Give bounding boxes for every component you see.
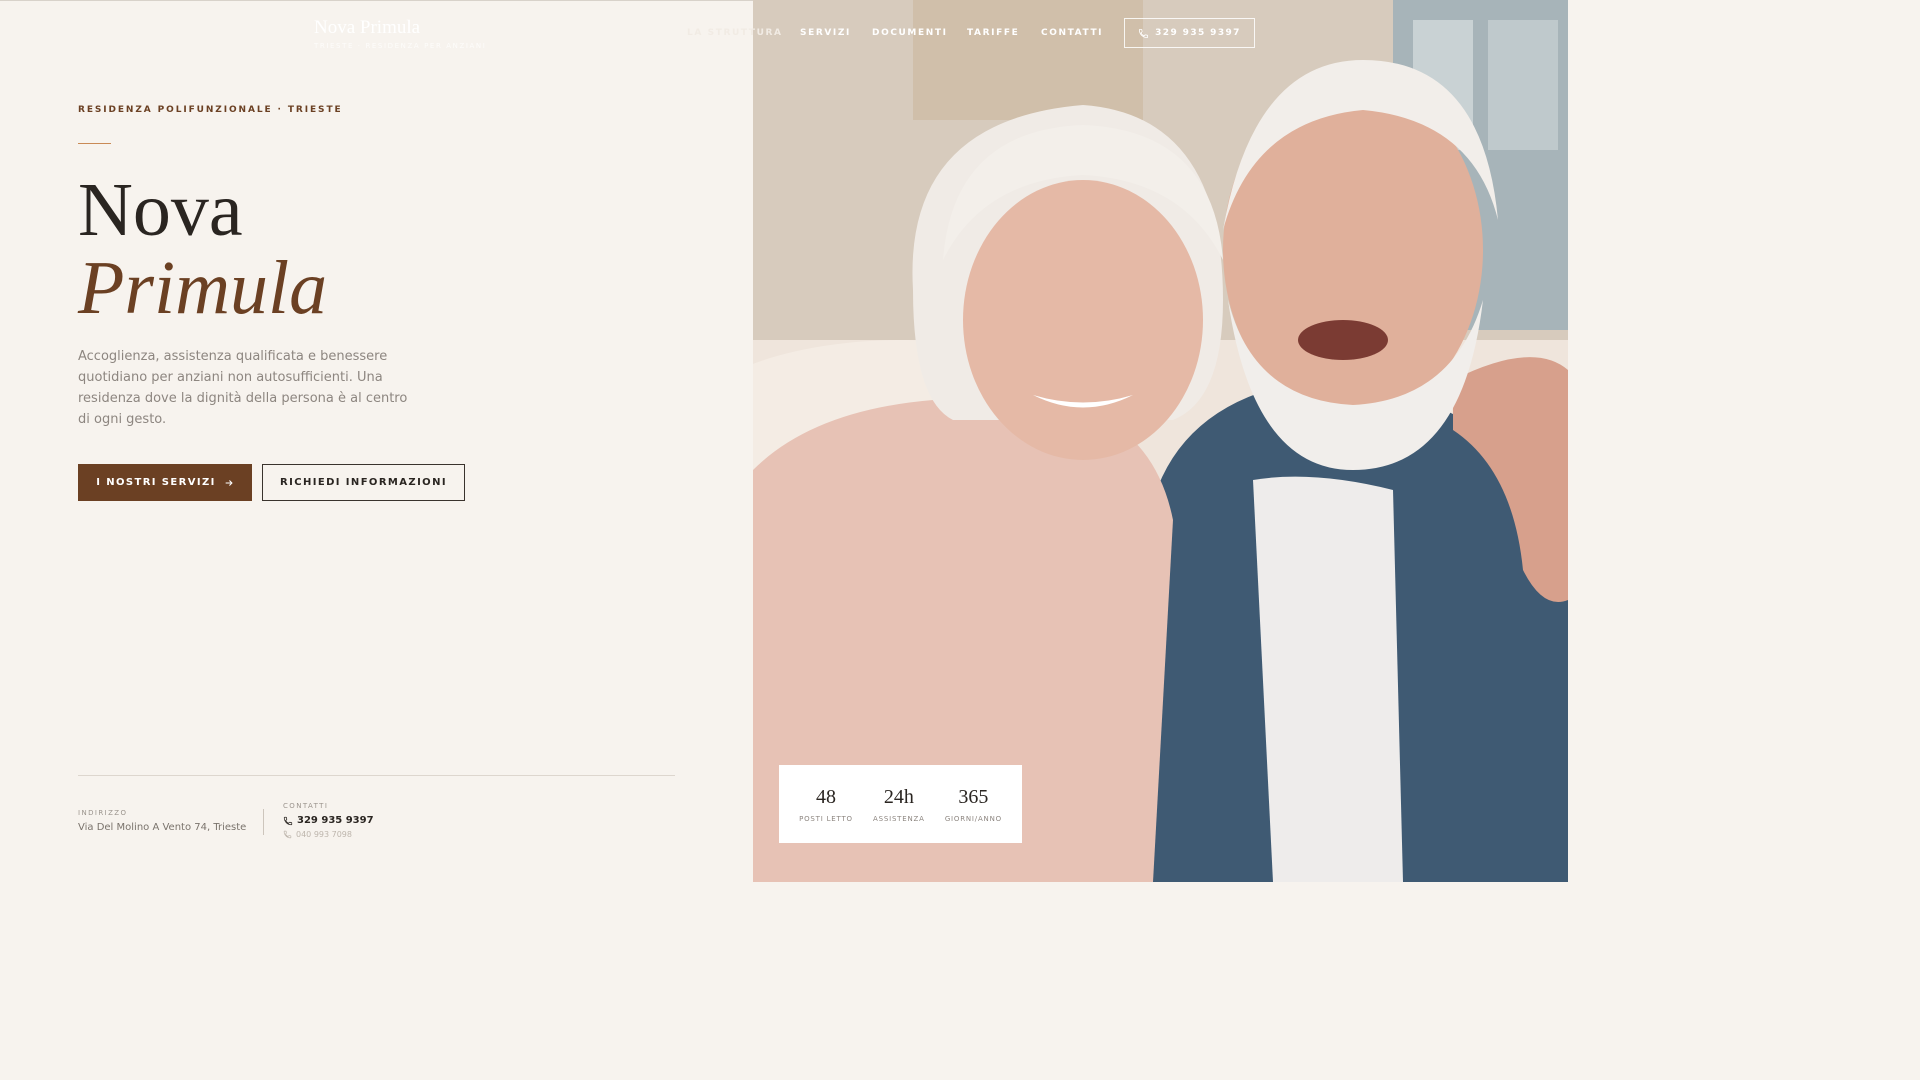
address-value: Via Del Molino A Vento 74, Trieste <box>78 822 247 833</box>
nav-item-la-struttura[interactable]: LA STRUTTURA <box>687 28 783 38</box>
hero-left-panel <box>0 0 753 882</box>
phone-icon <box>283 830 292 839</box>
address-label: INDIRIZZO <box>78 809 128 817</box>
site-logo[interactable]: Nova Primula TRIESTE · RESIDENZA PER ANZ… <box>314 17 487 51</box>
stat-label: GIORNI/ANNO <box>944 814 1002 823</box>
stat-days: 365 GIORNI/ANNO <box>945 786 1002 823</box>
photo-illustration <box>753 0 1568 882</box>
accent-divider <box>78 143 111 144</box>
contact-phone-landline[interactable]: 040 993 7098 <box>283 830 352 839</box>
hero-description: Accoglienza, assistenza qualificata e be… <box>78 349 408 427</box>
our-services-label: I NOSTRI SERVIZI <box>96 477 216 488</box>
top-border <box>0 0 753 1</box>
nav-item-servizi[interactable]: SERVIZI <box>800 28 851 38</box>
header-phone-number: 329 935 9397 <box>1155 28 1241 38</box>
nav-item-contatti[interactable]: CONTATTI <box>1041 28 1103 38</box>
hero-eyebrow: RESIDENZA POLIFUNZIONALE · TRIESTE <box>78 105 343 115</box>
our-services-button[interactable]: I NOSTRI SERVIZI <box>78 464 252 501</box>
stat-label: ASSISTENZA <box>873 814 925 823</box>
stat-value: 24h <box>883 785 914 808</box>
header-phone-button[interactable]: 329 935 9397 <box>1124 18 1255 48</box>
arrow-right-icon <box>225 479 233 486</box>
stats-card: 48 POSTI LETTO 24h ASSISTENZA 365 GIORNI… <box>779 765 1022 843</box>
stat-value: 48 <box>815 785 836 808</box>
hero-photo <box>753 0 1568 882</box>
phone-icon <box>283 816 293 825</box>
stat-label: POSTI LETTO <box>799 814 853 823</box>
logo-name: Nova Primula <box>314 17 421 38</box>
contact-phone-main-number: 329 935 9397 <box>297 815 374 826</box>
contact-phone-main[interactable]: 329 935 9397 <box>283 815 374 826</box>
nav-item-tariffe[interactable]: TARIFFE <box>967 28 1019 38</box>
nav-item-documenti[interactable]: DOCUMENTI <box>872 28 948 38</box>
phone-icon <box>1139 28 1149 38</box>
stat-assistance: 24h ASSISTENZA <box>873 786 925 823</box>
footer-divider <box>78 775 675 776</box>
hero-title-line1: Nova <box>78 168 243 252</box>
stat-value: 365 <box>958 785 989 808</box>
footer-vertical-separator <box>263 809 264 835</box>
stat-beds: 48 POSTI LETTO <box>799 786 853 823</box>
contact-label: CONTATTI <box>283 802 329 810</box>
contact-phone-landline-number: 040 993 7098 <box>296 830 352 839</box>
hero-title-line2: Primula <box>78 246 328 330</box>
logo-tagline: TRIESTE · RESIDENZA PER ANZIANI <box>314 42 487 50</box>
request-info-button[interactable]: RICHIEDI INFORMAZIONI <box>262 464 465 501</box>
